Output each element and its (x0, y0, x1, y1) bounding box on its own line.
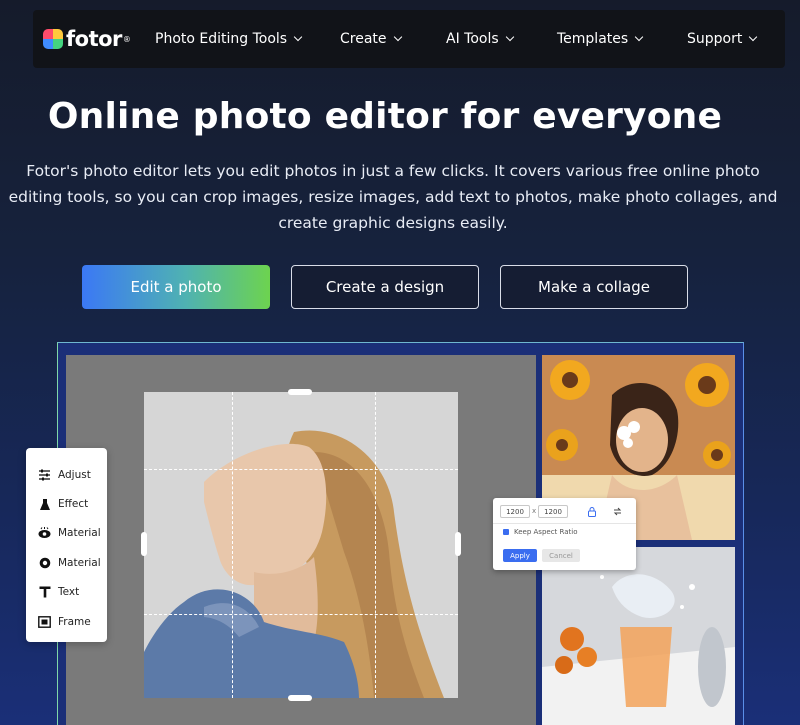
crop-grid-line (144, 614, 458, 615)
chevron-down-icon (505, 32, 514, 42)
divider (493, 523, 636, 524)
keep-aspect-label: Keep Aspect Ratio (514, 528, 578, 536)
tool-material-eye[interactable]: Material (26, 519, 107, 548)
circle-icon (38, 556, 51, 569)
flask-icon (38, 498, 51, 511)
apply-button[interactable]: Apply (503, 549, 537, 562)
crop-grid-line (232, 392, 233, 698)
tool-effect[interactable]: Effect (26, 489, 107, 518)
resize-popup: 1200 x 1200 Keep Aspect Ratio Apply Canc… (493, 498, 636, 570)
tool-material-circle[interactable]: Material (26, 548, 107, 577)
editor-showcase (57, 342, 744, 725)
text-icon (38, 586, 51, 599)
tool-label: Effect (58, 498, 89, 511)
chevron-down-icon (749, 32, 758, 42)
nav-item-label: Photo Editing Tools (155, 31, 288, 47)
create-design-button[interactable]: Create a design (291, 265, 479, 309)
tool-text[interactable]: Text (26, 578, 107, 607)
nav-templates[interactable]: Templates (557, 31, 644, 47)
keep-aspect-checkbox[interactable] (503, 529, 509, 535)
crop-handle-bottom[interactable] (288, 695, 312, 701)
nav-item-label: Support (687, 31, 743, 47)
hero-description: Fotor's photo editor lets you edit photo… (8, 162, 778, 232)
page-title: Online photo editor for everyone (47, 96, 723, 137)
nav-item-label: Create (340, 31, 387, 47)
edit-tools-panel: Adjust Effect Material Material Text Fra… (26, 448, 107, 642)
orange-drink-splash (542, 547, 735, 725)
crop-grid-line (144, 469, 458, 470)
main-photo (66, 355, 536, 725)
woman-portrait (144, 392, 458, 698)
cancel-button[interactable]: Cancel (542, 549, 580, 562)
tool-label: Adjust (58, 468, 91, 481)
tool-frame[interactable]: Frame (26, 607, 107, 636)
registered-mark: ® (122, 34, 131, 44)
top-nav: fotor ® Photo Editing Tools Create AI To… (33, 10, 785, 68)
nav-create[interactable]: Create (340, 31, 402, 47)
tool-label: Frame (58, 615, 91, 628)
crop-handle-left[interactable] (141, 532, 147, 556)
width-field[interactable]: 1200 (500, 505, 530, 518)
crop-handle-right[interactable] (455, 532, 461, 556)
chevron-down-icon (634, 32, 644, 42)
dimension-separator: x (532, 507, 537, 515)
brand-name: fotor (66, 27, 122, 51)
chevron-down-icon (393, 32, 402, 42)
make-collage-button[interactable]: Make a collage (500, 265, 688, 309)
crop-handle-top[interactable] (288, 389, 312, 395)
sliders-icon (38, 468, 51, 481)
frame-icon (38, 615, 51, 628)
tool-label: Text (58, 586, 80, 599)
fotor-logo[interactable]: fotor ® (43, 27, 131, 51)
tool-label: Material (58, 556, 101, 569)
tool-label: Material (58, 527, 101, 540)
height-field[interactable]: 1200 (538, 505, 568, 518)
chevron-down-icon (293, 32, 303, 42)
nav-support[interactable]: Support (687, 31, 758, 47)
nav-item-label: AI Tools (446, 31, 499, 47)
swap-icon[interactable] (611, 505, 623, 518)
crop-area[interactable] (144, 392, 458, 698)
lock-icon[interactable] (586, 505, 598, 518)
drink-photo (542, 547, 735, 725)
nav-ai-tools[interactable]: AI Tools (446, 31, 514, 47)
fotor-logo-icon (43, 29, 63, 49)
crop-grid-line (375, 392, 376, 698)
tool-adjust[interactable]: Adjust (26, 460, 107, 489)
edit-photo-button[interactable]: Edit a photo (82, 265, 270, 309)
nav-photo-editing-tools[interactable]: Photo Editing Tools (155, 31, 303, 47)
nav-item-label: Templates (557, 31, 629, 47)
eye-icon (38, 527, 51, 540)
